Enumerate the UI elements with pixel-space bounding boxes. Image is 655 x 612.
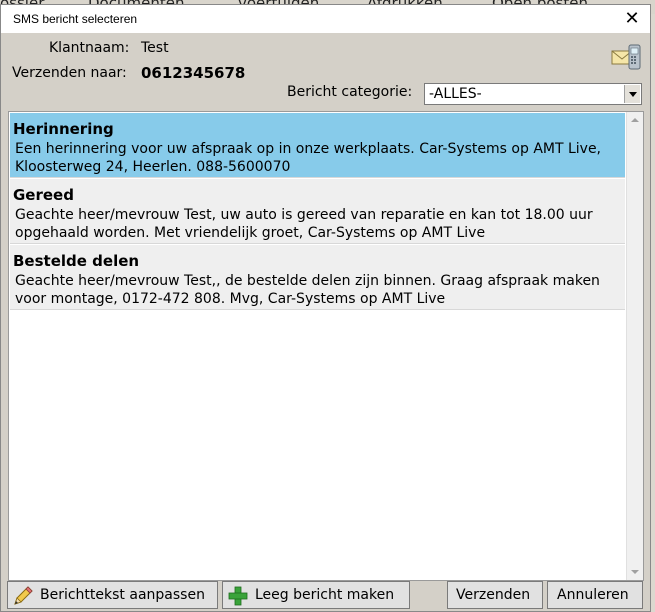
scroll-down-arrow-icon[interactable] [627, 564, 643, 580]
plus-icon [228, 586, 248, 606]
edit-message-text-label: Berichttekst aanpassen [40, 587, 205, 603]
chevron-down-icon[interactable] [624, 85, 640, 103]
message-list[interactable]: Herinnering Een herinnering voor uw afsp… [8, 111, 644, 581]
message-title: Gereed [13, 186, 74, 204]
send-to-number: 0612345678 [141, 64, 246, 82]
close-button[interactable]: ✕ [622, 9, 642, 29]
send-to-label: Verzenden naar: [12, 65, 127, 81]
edit-message-text-button[interactable]: Berichttekst aanpassen [7, 581, 218, 609]
empty-message-button[interactable]: Leeg bericht maken [222, 581, 410, 609]
category-label: Bericht categorie: [287, 84, 413, 100]
send-button-label: Verzenden [456, 587, 531, 603]
list-item-herinnering[interactable]: Herinnering Een herinnering voor uw afsp… [10, 113, 625, 178]
title-bar[interactable]: SMS bericht selecteren ✕ [1, 5, 650, 33]
sms-mail-icon [611, 44, 641, 70]
pencil-icon [14, 586, 33, 605]
list-scrollbar[interactable] [626, 112, 643, 580]
message-text: Een herinnering voor uw afspraak op in o… [15, 141, 602, 175]
category-select[interactable]: -ALLES- [424, 83, 642, 105]
customer-name-value: Test [141, 40, 169, 56]
dialog-title: SMS bericht selecteren [13, 12, 138, 26]
scroll-up-arrow-icon[interactable] [627, 112, 643, 128]
list-item-gereed[interactable]: Gereed Geachte heer/mevrouw Test, uw aut… [10, 179, 625, 244]
sms-select-dialog: SMS bericht selecteren ✕ Klantnaam: Test… [0, 4, 651, 612]
message-title: Bestelde delen [13, 252, 140, 270]
cancel-button[interactable]: Annuleren [547, 581, 643, 609]
message-text: Geachte heer/mevrouw Test,, de bestelde … [15, 273, 600, 307]
empty-message-label: Leeg bericht maken [255, 587, 395, 603]
send-button[interactable]: Verzenden [447, 581, 543, 609]
cancel-button-label: Annuleren [557, 587, 629, 603]
message-title: Herinnering [13, 120, 114, 138]
customer-name-label: Klantnaam: [49, 40, 130, 56]
message-text: Geachte heer/mevrouw Test, uw auto is ge… [15, 207, 593, 241]
category-selected-value: -ALLES- [429, 86, 482, 102]
list-item-bestelde-delen[interactable]: Bestelde delen Geachte heer/mevrouw Test… [10, 245, 625, 310]
